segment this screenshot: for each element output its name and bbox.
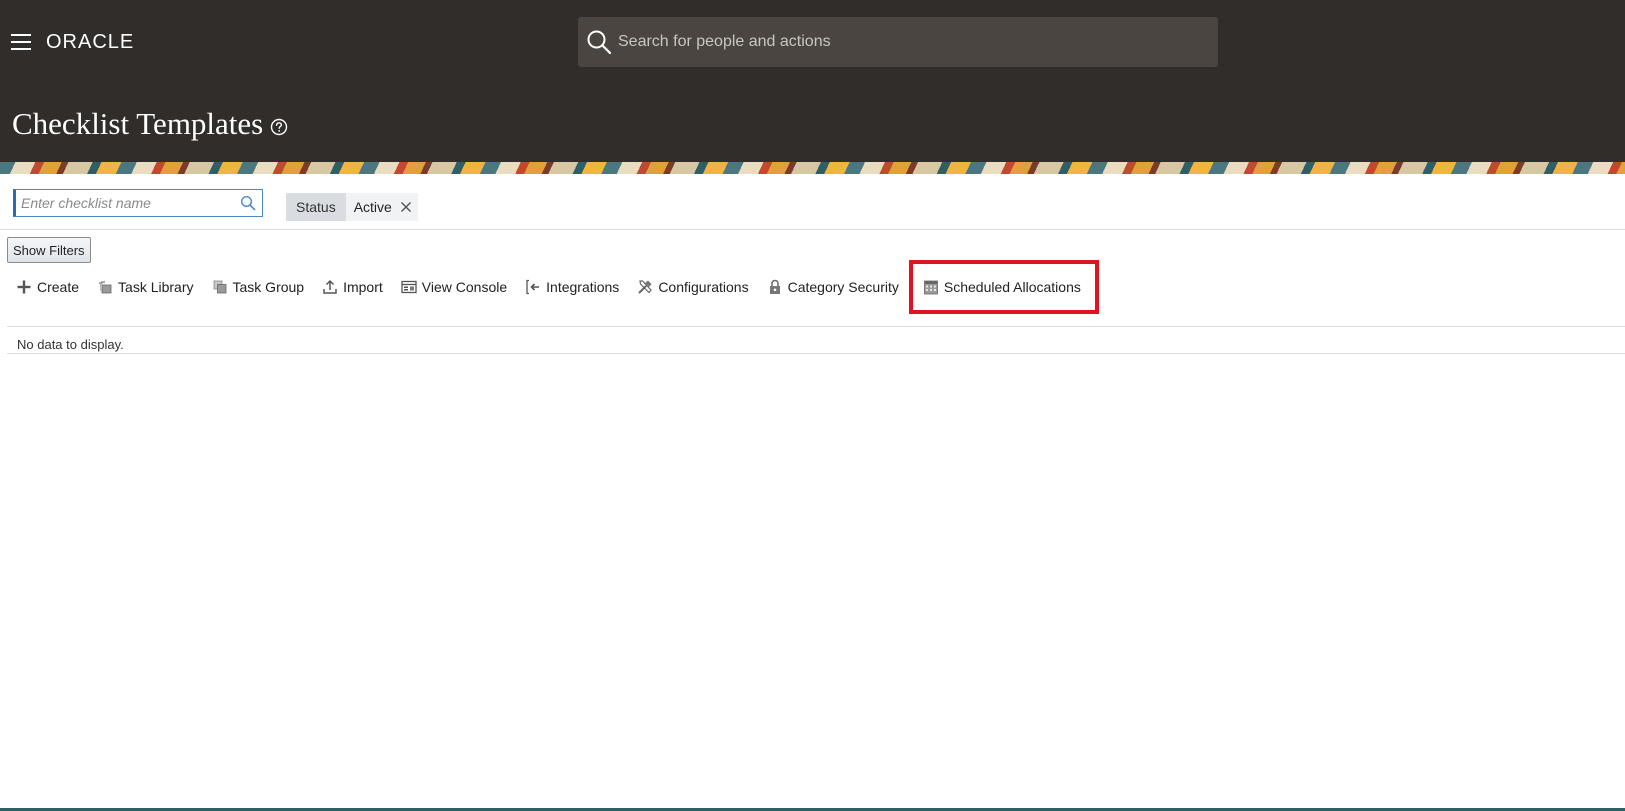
page-title-area: Checklist Templates xyxy=(12,104,288,144)
table-top-divider xyxy=(7,326,1625,327)
magnifier-icon[interactable] xyxy=(240,195,256,211)
checklist-name-input[interactable] xyxy=(21,190,236,216)
filter-chip-key: Status xyxy=(286,193,346,221)
action-toolbar: Create Task Library Task Group Import Vi… xyxy=(10,260,1101,314)
category-security-label: Category Security xyxy=(787,279,899,295)
search-icon[interactable] xyxy=(586,29,612,55)
task-library-label: Task Library xyxy=(118,279,194,295)
app-header: ORACLE Checklist Templates xyxy=(0,0,1625,162)
console-icon xyxy=(401,280,417,294)
checklist-name-search[interactable] xyxy=(13,189,263,217)
hamburger-menu-icon[interactable] xyxy=(11,34,31,50)
category-security-button[interactable]: Category Security xyxy=(761,272,905,302)
decorative-banner xyxy=(0,162,1625,174)
table-bottom-divider xyxy=(7,353,1625,354)
show-filters-button[interactable]: Show Filters xyxy=(7,237,91,263)
filter-divider xyxy=(0,229,1625,230)
integrations-icon xyxy=(526,279,540,295)
create-button[interactable]: Create xyxy=(10,272,85,302)
filter-chip-value: Active xyxy=(345,193,418,221)
task-group-icon xyxy=(213,280,226,294)
help-icon[interactable] xyxy=(270,118,288,136)
configurations-label: Configurations xyxy=(658,279,749,295)
integrations-button[interactable]: Integrations xyxy=(519,272,625,302)
import-label: Import xyxy=(343,279,383,295)
configurations-button[interactable]: Configurations xyxy=(631,272,754,302)
create-label: Create xyxy=(37,279,80,295)
view-console-button[interactable]: View Console xyxy=(395,272,513,302)
global-search-input[interactable] xyxy=(618,17,1208,67)
close-icon[interactable] xyxy=(400,201,412,213)
task-library-button[interactable]: Task Library xyxy=(91,272,199,302)
import-icon xyxy=(323,279,337,294)
import-button[interactable]: Import xyxy=(316,272,389,302)
scheduled-allocations-button[interactable]: Scheduled Allocations xyxy=(908,260,1099,314)
tools-icon xyxy=(638,280,653,294)
task-group-label: Task Group xyxy=(232,279,305,295)
global-search-box[interactable] xyxy=(578,17,1218,67)
view-console-label: View Console xyxy=(421,279,508,295)
lock-icon xyxy=(769,279,780,294)
empty-table-message: No data to display. xyxy=(17,337,124,352)
task-group-button[interactable]: Task Group xyxy=(206,272,311,302)
scheduled-allocations-label: Scheduled Allocations xyxy=(943,279,1081,295)
oracle-logo[interactable]: ORACLE xyxy=(46,29,134,55)
task-library-icon xyxy=(99,281,112,294)
plus-icon xyxy=(17,280,31,294)
page-title: Checklist Templates xyxy=(12,106,264,141)
integrations-label: Integrations xyxy=(546,279,620,295)
filter-chip-value-text: Active xyxy=(353,199,392,215)
calendar-icon xyxy=(923,280,938,295)
status-filter-chip: Status Active xyxy=(286,193,418,221)
